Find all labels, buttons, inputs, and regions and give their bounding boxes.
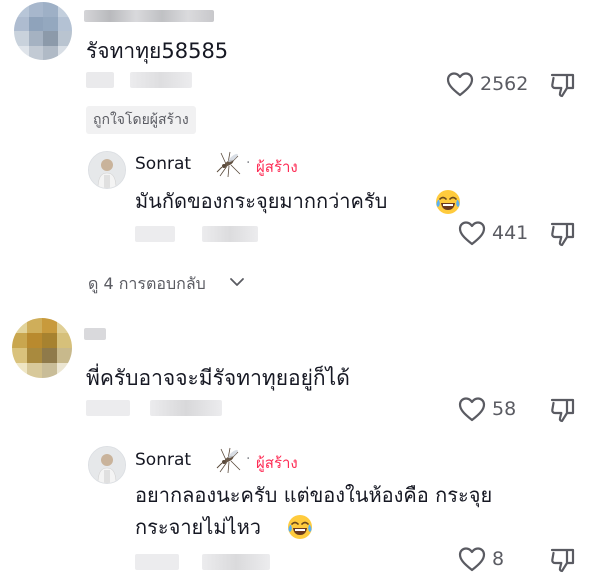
reply-link-redacted[interactable]	[150, 400, 222, 416]
avatar[interactable]	[12, 318, 72, 378]
mosquito-emoji	[216, 151, 241, 178]
thumbs-down-icon[interactable]	[549, 546, 577, 574]
heart-outline-icon[interactable]	[458, 546, 486, 572]
comment-text: พี่ครับอาจจะมีรัจทาทุยอยู่ก็ได้	[86, 366, 350, 390]
liked-by-creator-badge: ถูกใจโดยผู้สร้าง	[86, 106, 196, 134]
timestamp-redacted	[86, 400, 130, 416]
creator-label: ผู้สร้าง	[256, 454, 298, 472]
avatar[interactable]	[14, 2, 72, 60]
timestamp-redacted	[135, 554, 179, 570]
creator-avatar[interactable]	[88, 151, 126, 189]
timestamp-redacted	[135, 226, 175, 242]
face-with-tears-of-joy-emoji	[288, 515, 312, 539]
thumbs-down-icon[interactable]	[549, 396, 577, 424]
reply-text-line-2: กระจายไม่ไหว	[135, 515, 261, 539]
heart-outline-icon[interactable]	[458, 220, 486, 246]
username-redacted[interactable]	[84, 328, 106, 340]
like-count: 58	[492, 398, 517, 420]
person-photo	[89, 152, 125, 188]
view-replies-label: ดู 4 การตอบกลับ	[88, 274, 206, 293]
like-count: 441	[492, 222, 529, 244]
reply-link-redacted[interactable]	[130, 72, 192, 88]
like-count: 8	[492, 548, 505, 570]
separator-dot: ·	[246, 451, 251, 467]
face-with-tears-of-joy-emoji	[436, 190, 460, 214]
reply-link-redacted[interactable]	[202, 226, 258, 242]
person-photo	[89, 447, 125, 483]
thumbs-down-icon[interactable]	[549, 71, 577, 99]
mosquito-emoji	[216, 447, 241, 474]
chevron-down-icon	[230, 278, 244, 286]
heart-outline-icon[interactable]	[458, 396, 486, 422]
username-redacted[interactable]	[84, 10, 214, 22]
separator-dot: ·	[246, 155, 251, 171]
reply-text-line-1: อยากลองนะครับ แต่ของในห้องคือ กระจุย	[135, 483, 493, 507]
reply-link-redacted[interactable]	[202, 554, 270, 570]
like-count: 2562	[480, 73, 529, 95]
timestamp-redacted	[86, 72, 114, 88]
thumbs-down-icon[interactable]	[549, 220, 577, 248]
reply-text: มันกัดของกระจุยมากกว่าครับ	[135, 189, 388, 213]
creator-avatar[interactable]	[88, 446, 126, 484]
heart-outline-icon[interactable]	[446, 71, 474, 97]
reply-author[interactable]: Sonrat	[135, 154, 191, 174]
comment-text: รัจทาทุย58585	[86, 39, 229, 63]
creator-label: ผู้สร้าง	[256, 158, 298, 176]
reply-author[interactable]: Sonrat	[135, 450, 191, 470]
